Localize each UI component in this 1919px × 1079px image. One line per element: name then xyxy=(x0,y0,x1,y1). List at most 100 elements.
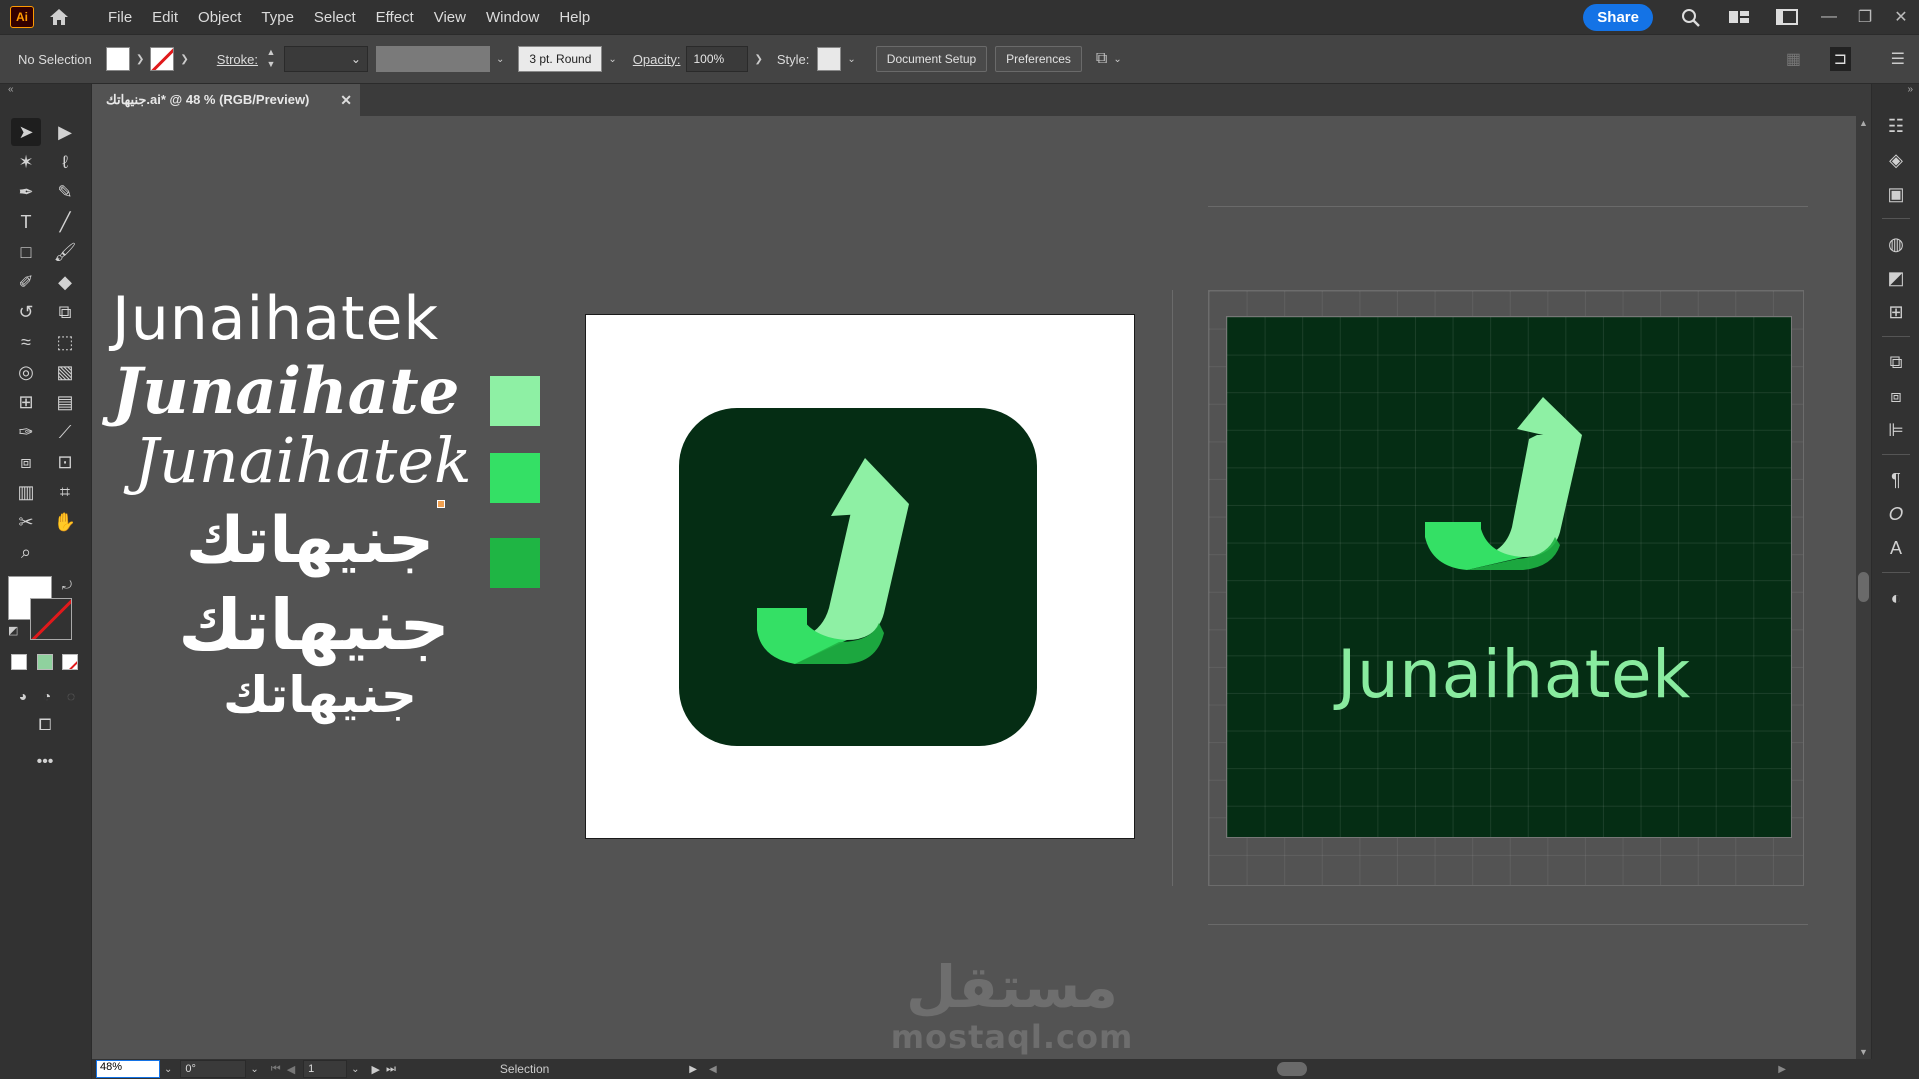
perspective-grid-tool-icon[interactable]: ▧ xyxy=(50,358,80,386)
document-setup-button[interactable]: Document Setup xyxy=(875,46,988,72)
expand-panels-icon[interactable]: » xyxy=(1907,84,1913,95)
paintbrush-tool-icon[interactable]: 🖌 xyxy=(50,238,80,266)
free-transform-tool-icon[interactable]: ⬚ xyxy=(50,328,80,356)
symbol-sprayer-tool-icon[interactable]: ⊡ xyxy=(50,448,80,476)
horizontal-scroll-thumb[interactable] xyxy=(1277,1062,1307,1076)
chevron-down-icon[interactable]: ⌄ xyxy=(1113,54,1121,65)
arabic-sample-3[interactable]: جنيهاتك xyxy=(150,666,490,724)
stroke-swatch[interactable] xyxy=(150,47,175,71)
menu-window[interactable]: Window xyxy=(476,9,549,26)
artboard-tool-icon[interactable]: ⌗ xyxy=(50,478,80,506)
home-icon[interactable] xyxy=(48,7,70,27)
eraser-tool-icon[interactable]: ◆ xyxy=(50,268,80,296)
font-sample-1[interactable]: Junaihatek xyxy=(112,284,439,354)
direct-selection-tool-icon[interactable]: ▶ xyxy=(50,118,80,146)
stroke-color-box[interactable] xyxy=(30,598,72,640)
menu-select[interactable]: Select xyxy=(304,9,366,26)
grid-logo-text[interactable]: Junaihatek xyxy=(1337,636,1691,713)
scroll-down-icon[interactable]: ▼ xyxy=(1859,1047,1868,1057)
properties-toggle-icon[interactable]: ⊐ xyxy=(1829,47,1851,71)
swap-colors-icon[interactable]: ⤾ xyxy=(62,578,72,593)
menu-edit[interactable]: Edit xyxy=(142,9,188,26)
arabic-sample-1[interactable]: جنيهاتك xyxy=(140,504,480,578)
scroll-right-icon[interactable]: ▶ xyxy=(1778,1064,1786,1075)
scale-tool-icon[interactable]: ⧉ xyxy=(50,298,80,326)
variable-width-profile[interactable] xyxy=(375,46,490,72)
draw-inside-icon[interactable]: ◌ xyxy=(56,682,86,710)
close-icon[interactable]: ✕ xyxy=(1883,0,1919,34)
menu-file[interactable]: File xyxy=(98,9,142,26)
arabic-sample-2[interactable]: جنيهاتك xyxy=(144,584,484,666)
layers-panel-icon[interactable]: ◈ xyxy=(1884,148,1908,172)
chevron-down-icon[interactable]: ⌄ xyxy=(164,1064,172,1075)
menu-help[interactable]: Help xyxy=(549,9,600,26)
shaper-tool-icon[interactable]: ✐ xyxy=(11,268,41,296)
arrange-icon[interactable]: ⧉ xyxy=(1096,50,1107,68)
color-swatch-mid[interactable] xyxy=(490,453,540,503)
logo-arrow-icon[interactable] xyxy=(679,408,1037,746)
menu-view[interactable]: View xyxy=(424,9,476,26)
column-graph-tool-icon[interactable]: ▥ xyxy=(11,478,41,506)
transform-panel-icon[interactable]: ⧉ xyxy=(1884,350,1908,374)
scroll-up-icon[interactable]: ▲ xyxy=(1859,118,1868,128)
menu-type[interactable]: Type xyxy=(251,9,304,26)
vertical-scrollbar[interactable]: ▲ ▼ xyxy=(1856,116,1871,1059)
opacity-label[interactable]: Opacity: xyxy=(633,52,681,67)
stroke-weight-select[interactable]: ⌄ xyxy=(283,46,368,72)
mesh-tool-icon[interactable]: ⊞ xyxy=(11,388,41,416)
chevron-down-icon[interactable]: ❯ xyxy=(136,54,144,65)
paragraph-panel-icon[interactable]: ¶ xyxy=(1884,468,1908,492)
chevron-down-icon[interactable]: ⌄ xyxy=(351,1064,359,1075)
blend-tool-icon[interactable]: ⧈ xyxy=(11,448,41,476)
properties-panel-icon[interactable]: ☷ xyxy=(1884,114,1908,138)
character-panel-icon[interactable]: A xyxy=(1884,536,1908,560)
next-artboard-icon[interactable]: ▶ xyxy=(372,1063,380,1076)
lasso-tool-icon[interactable]: ℓ xyxy=(50,148,80,176)
line-tool-icon[interactable]: ╱ xyxy=(50,208,80,236)
opacity-field[interactable]: 100% xyxy=(686,46,749,72)
gradient-mode-icon[interactable] xyxy=(37,654,53,670)
arrange-documents-icon[interactable] xyxy=(1727,7,1751,27)
color-swatch-dark[interactable] xyxy=(490,538,540,588)
minimize-icon[interactable]: — xyxy=(1811,0,1847,34)
zoom-field[interactable]: 48% xyxy=(96,1060,160,1078)
chevron-down-icon[interactable]: ⌄ xyxy=(847,54,855,65)
last-artboard-icon[interactable]: ⏭ xyxy=(386,1063,396,1076)
color-mode-icon[interactable] xyxy=(11,654,27,670)
font-sample-2[interactable]: Junaihate xyxy=(112,354,459,429)
restore-icon[interactable]: ❐ xyxy=(1847,0,1883,34)
pathfinder-panel-icon[interactable]: ⧈ xyxy=(1884,384,1908,408)
panel-menu-icon[interactable]: ☰ xyxy=(1891,49,1905,69)
stroke-stepper[interactable]: ▲ ▼ xyxy=(262,46,280,72)
scroll-left-icon[interactable]: ◀ xyxy=(709,1064,717,1075)
align-icon[interactable]: ▦ xyxy=(1786,49,1801,69)
default-colors-icon[interactable]: ◩ xyxy=(8,624,18,637)
close-tab-icon[interactable]: ✕ xyxy=(340,92,352,109)
collapse-icon[interactable]: « xyxy=(8,84,14,95)
chevron-down-icon[interactable]: ⌄ xyxy=(496,54,504,65)
app-icon-background[interactable] xyxy=(679,408,1037,746)
slice-tool-icon[interactable]: ✂ xyxy=(11,508,41,536)
appearance-panel-icon[interactable]: ◐ xyxy=(1884,586,1908,610)
first-artboard-icon[interactable]: ⏮ xyxy=(271,1063,281,1076)
libraries-panel-icon[interactable]: ▣ xyxy=(1884,182,1908,206)
measure-tool-icon[interactable]: ⟋ xyxy=(50,418,80,446)
width-tool-icon[interactable]: ≈ xyxy=(11,328,41,356)
vertical-scroll-thumb[interactable] xyxy=(1858,572,1869,602)
status-menu-icon[interactable]: ▶ xyxy=(689,1064,697,1075)
menu-effect[interactable]: Effect xyxy=(366,9,424,26)
artboard-number-field[interactable]: 1 xyxy=(303,1060,348,1078)
chevron-right-icon[interactable]: ❯ xyxy=(754,54,762,65)
type-tool-icon[interactable]: T xyxy=(11,208,41,236)
curvature-tool-icon[interactable]: ✎ xyxy=(50,178,80,206)
workspace-icon[interactable] xyxy=(1775,7,1799,27)
document-tab[interactable]: جنيهاتك.ai* @ 48 % (RGB/Preview) ✕ xyxy=(92,84,360,116)
rectangle-tool-icon[interactable]: □ xyxy=(11,238,41,266)
shape-builder-tool-icon[interactable]: ◎ xyxy=(11,358,41,386)
opentype-panel-icon[interactable]: 𝑂 xyxy=(1884,502,1908,526)
chevron-down-icon[interactable]: ⌄ xyxy=(608,54,616,65)
more-tools-icon[interactable]: ••• xyxy=(30,748,60,776)
fill-swatch[interactable] xyxy=(106,47,130,71)
hand-tool-icon[interactable]: ✋ xyxy=(50,508,80,536)
rotate-tool-icon[interactable]: ↺ xyxy=(11,298,41,326)
